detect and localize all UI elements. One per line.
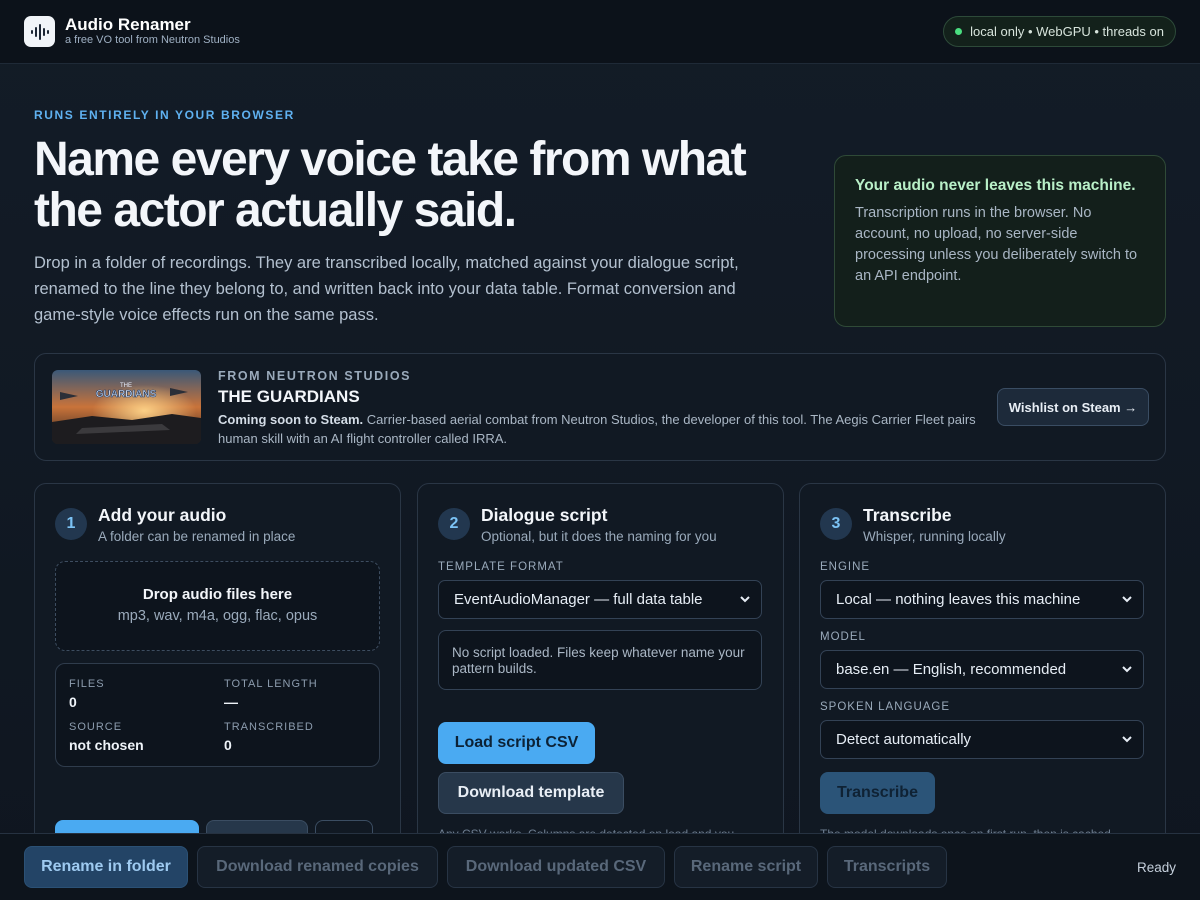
stat-transcribed: TRANSCRIBED 0 [224, 721, 314, 753]
load-script-csv-button[interactable]: Load script CSV [438, 722, 595, 764]
status-dot-icon [955, 28, 963, 35]
card-subtitle: Optional, but it does the naming for you [481, 529, 717, 544]
step-number: 3 [820, 508, 852, 540]
stat-label: TOTAL LENGTH [224, 678, 318, 690]
stat-files: FILES 0 [69, 678, 105, 710]
hero-kicker: RUNS ENTIRELY IN YOUR BROWSER [34, 108, 295, 122]
card-subtitle: A folder can be renamed in place [98, 529, 296, 544]
app-title: Audio Renamer [65, 15, 191, 34]
select-value: base.en — English, recommended [836, 661, 1067, 678]
step-card-transcribe: 3 Transcribe Whisper, running locally EN… [799, 483, 1166, 883]
model-select[interactable]: base.en — English, recommended [820, 650, 1144, 689]
step-card-add-audio: 1 Add your audio A folder can be renamed… [34, 483, 401, 883]
download-renamed-copies-button[interactable]: Download renamed copies [197, 846, 438, 888]
download-updated-csv-button[interactable]: Download updated CSV [447, 846, 665, 888]
transcripts-button[interactable]: Transcripts [827, 846, 947, 888]
action-bar: Rename in folder Download renamed copies… [0, 833, 1200, 900]
transcribe-button[interactable]: Transcribe [820, 772, 935, 814]
model-label: MODEL [820, 631, 866, 643]
script-notice: No script loaded. Files keep whatever na… [438, 630, 762, 690]
stat-label: TRANSCRIBED [224, 721, 314, 733]
status-ready: Ready [1136, 860, 1176, 875]
rename-in-folder-button[interactable]: Rename in folder [24, 846, 188, 888]
card-subtitle: Whisper, running locally [863, 529, 1006, 544]
stat-value: 0 [69, 694, 77, 710]
chevron-down-icon [1122, 736, 1132, 743]
template-format-select[interactable]: EventAudioManager — full data table [438, 580, 762, 619]
waveform-icon [24, 16, 55, 47]
dropzone-title: Drop audio files here [142, 586, 293, 603]
privacy-card: Your audio never leaves this machine. Tr… [834, 155, 1166, 327]
select-value: Local — nothing leaves this machine [836, 591, 1081, 608]
stat-value: 0 [224, 737, 232, 753]
stat-label: FILES [69, 678, 105, 690]
brand: Audio Renamer a free VO tool from Neutro… [65, 16, 240, 47]
select-value: EventAudioManager — full data table [454, 591, 703, 608]
spoken-language-label: SPOKEN LANGUAGE [820, 701, 951, 713]
status-text: local only • WebGPU • threads on [970, 24, 1164, 39]
privacy-title: Your audio never leaves this machine. [855, 177, 1136, 194]
svg-text:GUARDIANS: GUARDIANS [96, 389, 157, 400]
spoken-language-select[interactable]: Detect automatically [820, 720, 1144, 759]
stat-value: — [224, 694, 238, 710]
audio-dropzone[interactable]: Drop audio files here mp3, wav, m4a, ogg… [55, 561, 380, 651]
wishlist-button[interactable]: Wishlist on Steam → [997, 388, 1149, 426]
app-subtitle: a free VO tool from Neutron Studios [65, 34, 240, 46]
chevron-down-icon [740, 596, 750, 603]
hero-lede: Drop in a folder of recordings. They are… [34, 254, 739, 324]
select-value: Detect automatically [836, 731, 972, 748]
card-title: Dialogue script [481, 505, 608, 525]
engine-label: ENGINE [820, 561, 871, 573]
game-key-art[interactable]: THE GUARDIANS [52, 370, 201, 444]
engine-select[interactable]: Local — nothing leaves this machine [820, 580, 1144, 619]
stat-label: SOURCE [69, 721, 123, 733]
promo-desc-bold: Coming soon to Steam. [218, 412, 364, 427]
step-number: 1 [55, 508, 87, 540]
dropzone-formats: mp3, wav, m4a, ogg, flac, opus [117, 608, 318, 624]
step-card-dialogue-script: 2 Dialogue script Optional, but it does … [417, 483, 784, 883]
promo-banner: THE GUARDIANS FROM NEUTRON STUDIOS THE G… [34, 353, 1166, 461]
stat-source: SOURCE not chosen [69, 721, 144, 753]
status-pill: local only • WebGPU • threads on [943, 16, 1176, 47]
download-template-button[interactable]: Download template [438, 772, 624, 814]
card-title: Transcribe [863, 505, 952, 525]
audio-stats: FILES 0 TOTAL LENGTH — SOURCE not chosen… [55, 663, 380, 767]
privacy-text: Transcription runs in the browser. No ac… [855, 205, 1138, 284]
chevron-down-icon [1122, 596, 1132, 603]
rename-script-button[interactable]: Rename script [674, 846, 818, 888]
promo-title: THE GUARDIANS [218, 387, 360, 406]
template-format-label: TEMPLATE FORMAT [438, 561, 564, 573]
hero-headline: Name every voice take from what the acto… [34, 133, 747, 237]
card-title: Add your audio [98, 505, 227, 525]
chevron-down-icon [1122, 666, 1132, 673]
step-number: 2 [438, 508, 470, 540]
promo-kicker: FROM NEUTRON STUDIOS [218, 369, 412, 383]
stat-value: not chosen [69, 737, 144, 753]
promo-description: Coming soon to Steam. Carrier-based aeri… [218, 410, 988, 448]
stat-total-length: TOTAL LENGTH — [224, 678, 318, 710]
top-bar: Audio Renamer a free VO tool from Neutro… [0, 0, 1200, 64]
